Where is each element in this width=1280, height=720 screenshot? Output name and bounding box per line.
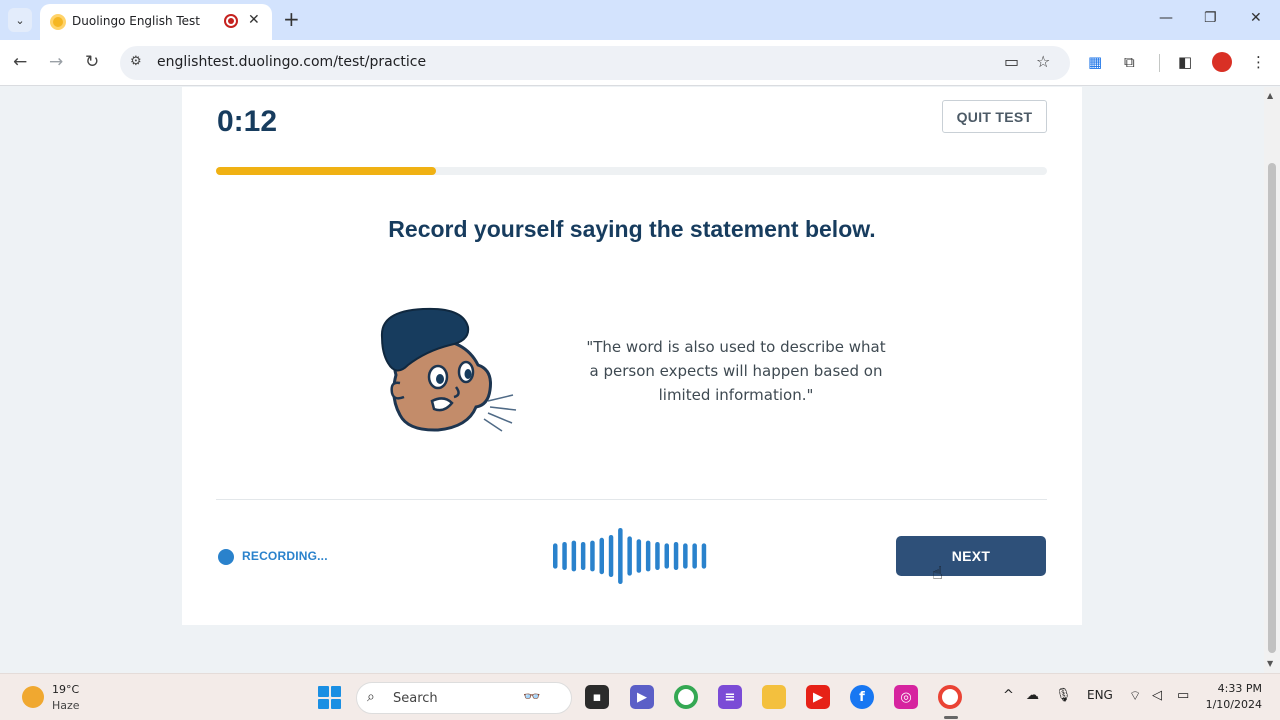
- reload-button[interactable]: ↻: [85, 52, 99, 72]
- page-viewport: 0:12 QUIT TEST Record yourself saying th…: [0, 87, 1264, 673]
- instagram-icon[interactable]: ◎: [894, 685, 918, 709]
- facebook-icon[interactable]: f: [850, 685, 874, 709]
- active-app-indicator: [944, 716, 958, 719]
- start-button[interactable]: [318, 686, 341, 709]
- more-menu-icon[interactable]: ⋮: [1251, 53, 1266, 71]
- waveform-bar: [664, 543, 669, 569]
- scroll-up-icon[interactable]: ▲: [1267, 91, 1273, 100]
- language-indicator[interactable]: ENG: [1087, 688, 1113, 702]
- waveform-bar: [701, 543, 707, 569]
- waveform-bar: [608, 535, 614, 577]
- scroll-down-icon[interactable]: ▼: [1267, 659, 1273, 668]
- weather-condition[interactable]: Haze: [52, 699, 80, 712]
- back-button[interactable]: ←: [13, 52, 27, 72]
- volume-icon[interactable]: ◁: [1152, 688, 1162, 703]
- tab-close-icon[interactable]: ✕: [248, 12, 260, 28]
- onedrive-icon[interactable]: ☁: [1026, 688, 1039, 703]
- youtube-icon[interactable]: ▶: [806, 685, 830, 709]
- waveform-bar: [553, 543, 558, 569]
- test-card: 0:12 QUIT TEST Record yourself saying th…: [182, 87, 1082, 625]
- windows-logo-icon: [318, 686, 329, 697]
- chevron-down-icon: ⌄: [15, 13, 25, 27]
- address-bar[interactable]: ⚙ englishtest.duolingo.com/test/practice…: [120, 46, 1070, 80]
- waveform-bar: [599, 537, 604, 575]
- extension-app-icon[interactable]: ▦: [1088, 53, 1102, 71]
- instruction-heading: Record yourself saying the statement bel…: [388, 216, 876, 242]
- waveform-bar: [590, 540, 595, 572]
- speaking-character-illustration: [380, 307, 517, 432]
- tab-strip: ⌄ Duolingo English Test ✕ + — ❐ ✕: [0, 0, 1280, 40]
- url-text[interactable]: englishtest.duolingo.com/test/practice: [157, 54, 426, 70]
- new-tab-button[interactable]: +: [283, 8, 300, 30]
- microphone-icon[interactable]: 🎙: [1055, 688, 1072, 703]
- forward-button[interactable]: →: [49, 52, 63, 72]
- toolbar-separator: [1159, 54, 1160, 72]
- chrome-icon[interactable]: [674, 685, 698, 709]
- chrome-active-icon[interactable]: [938, 685, 962, 709]
- search-label: Search: [393, 691, 438, 706]
- waveform-bar: [692, 543, 697, 569]
- statement-text: "The word is also used to describe what …: [586, 338, 886, 404]
- clock-time[interactable]: 4:33 PM: [1206, 682, 1262, 695]
- weather-haze-icon[interactable]: [22, 686, 44, 708]
- recording-label: RECORDING...: [242, 549, 328, 563]
- progress-fill: [216, 167, 437, 175]
- tab-duolingo[interactable]: Duolingo English Test ✕: [40, 4, 272, 40]
- waveform-bar: [683, 543, 688, 569]
- profile-avatar[interactable]: [1212, 52, 1232, 72]
- waveform-bar: [645, 540, 651, 572]
- tab-search-button[interactable]: ⌄: [8, 8, 32, 32]
- folder-icon[interactable]: [762, 685, 786, 709]
- media-player-icon[interactable]: ≡: [718, 685, 742, 709]
- search-highlight-icon: 👓: [523, 689, 541, 705]
- taskbar: 19°C Haze ⌕ Search 👓 ▪ ▶ ≡ ▶ f ◎ ^ ☁ 🎙 E…: [0, 673, 1280, 720]
- tab-title: Duolingo English Test: [72, 14, 201, 28]
- waveform-bar: [673, 542, 679, 570]
- waveform-bar: [618, 528, 623, 584]
- clock-date[interactable]: 1/10/2024: [1196, 698, 1262, 711]
- video-call-icon[interactable]: ▶: [630, 685, 654, 709]
- quit-test-button[interactable]: QUIT TEST: [942, 100, 1047, 133]
- wifi-icon[interactable]: ⌔: [1129, 688, 1141, 704]
- restore-button[interactable]: ❐: [1204, 10, 1217, 26]
- recording-dot-icon: [218, 549, 234, 565]
- waveform-bar: [655, 542, 660, 570]
- recording-indicator-icon: [224, 14, 238, 28]
- tray-chevron-icon[interactable]: ^: [1003, 688, 1014, 703]
- divider: [216, 499, 1047, 500]
- waveform-bar: [580, 542, 586, 570]
- camera-icon[interactable]: ▭: [1004, 52, 1019, 71]
- side-panel-icon[interactable]: ◧: [1178, 53, 1192, 71]
- waveform-bar: [571, 540, 577, 572]
- waveform-bar: [636, 539, 642, 573]
- taskbar-search[interactable]: ⌕ Search 👓: [356, 682, 572, 714]
- next-button[interactable]: NEXT: [896, 536, 1046, 576]
- battery-icon[interactable]: ▭: [1177, 688, 1189, 703]
- browser-toolbar: ← → ↻ ⚙ englishtest.duolingo.com/test/pr…: [0, 40, 1280, 86]
- timer: 0:12: [217, 105, 278, 138]
- close-window-button[interactable]: ✕: [1250, 10, 1262, 26]
- site-info-icon[interactable]: ⚙: [130, 54, 142, 69]
- page-scrollbar[interactable]: ▲ ▼: [1264, 87, 1280, 673]
- extensions-puzzle-icon[interactable]: ⧉: [1124, 53, 1135, 71]
- search-icon: ⌕: [367, 689, 375, 705]
- progress-bar: [216, 167, 1047, 175]
- weather-temperature[interactable]: 19°C: [52, 683, 79, 696]
- bookmark-star-icon[interactable]: ☆: [1036, 52, 1050, 71]
- scroll-thumb[interactable]: [1268, 163, 1276, 653]
- duolingo-favicon-icon: [50, 14, 66, 30]
- waveform-bar: [562, 542, 567, 570]
- waveform-bar: [627, 536, 632, 576]
- minimize-button[interactable]: —: [1159, 10, 1173, 26]
- audio-waveform: [553, 528, 707, 584]
- file-explorer-icon[interactable]: ▪: [585, 685, 609, 709]
- hand-cursor-icon: ☝: [932, 563, 943, 584]
